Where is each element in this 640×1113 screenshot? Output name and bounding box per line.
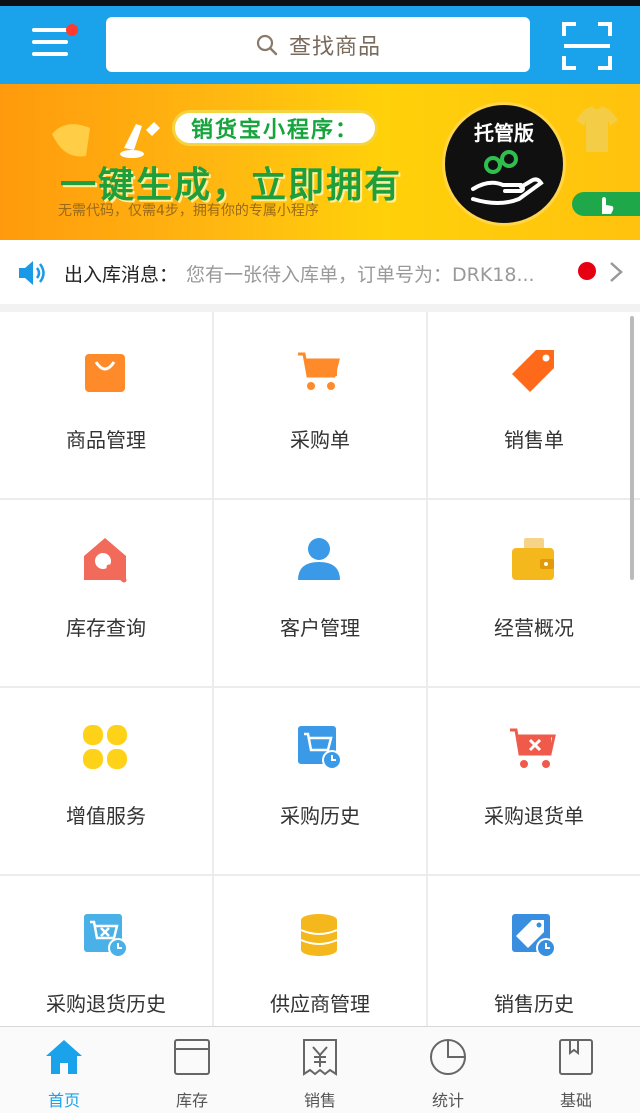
grid-item-label: 采购历史 — [280, 804, 360, 828]
promo-pill: 销货宝小程序： — [172, 110, 378, 146]
box-icon — [174, 1039, 210, 1075]
promo-subline: 无需代码，仅需4步，拥有你的专属小程序 — [58, 203, 319, 219]
scrollbar[interactable] — [630, 316, 634, 580]
wallet-icon — [512, 538, 554, 580]
unread-dot — [66, 24, 78, 36]
grid-item-label: 商品管理 — [66, 428, 146, 452]
tag-icon — [512, 350, 554, 392]
grid-item-label: 采购退货历史 — [46, 992, 166, 1016]
tab-home[interactable]: 首页 — [0, 1027, 128, 1113]
tab-label: 基础 — [559, 1091, 592, 1110]
tab-statistics[interactable]: 统计 — [384, 1027, 512, 1113]
top-bar: 查找商品 — [0, 6, 640, 84]
scan-icon[interactable] — [562, 22, 612, 70]
grid-item-supplier-management[interactable]: 供应商管理 — [214, 876, 426, 1026]
tap-hint — [572, 192, 640, 216]
grid-item-sales-order[interactable]: 销售单 — [428, 312, 640, 498]
grid-item-product-management[interactable]: 商品管理 — [0, 312, 212, 498]
grid-item-label: 增值服务 — [66, 804, 146, 828]
grid-item-sales-history[interactable]: 销售历史 — [428, 876, 640, 1026]
grid-item-label: 销售单 — [504, 428, 564, 452]
tab-label: 统计 — [431, 1091, 464, 1110]
tab-label: 首页 — [47, 1091, 80, 1110]
search-input[interactable]: 查找商品 — [106, 17, 530, 72]
grid-item-stock-query[interactable]: 库存查询 — [0, 500, 212, 686]
coins-icon — [300, 914, 338, 956]
grid-item-purchase-order[interactable]: 采购单 — [214, 312, 426, 498]
grid-item-purchase-return-history[interactable]: 采购退货历史 — [0, 876, 212, 1026]
search-placeholder: 查找商品 — [288, 34, 381, 60]
tab-label: 销售 — [303, 1091, 336, 1110]
return-history-icon — [84, 914, 128, 958]
unread-dot — [578, 262, 596, 280]
cart-history-icon — [298, 726, 342, 770]
promo-banner[interactable]: 销货宝小程序： 一键生成，立即拥有 无需代码，仅需4步，拥有你的专属小程序 托管… — [0, 84, 640, 240]
hosted-badge: 托管版 — [442, 102, 566, 226]
shirt-icon — [576, 106, 618, 152]
menu-button[interactable] — [32, 24, 78, 58]
pie-icon — [430, 1039, 466, 1075]
grid-item-label: 销售历史 — [494, 992, 574, 1016]
house-search-icon — [84, 538, 127, 583]
grid-item-label: 采购单 — [290, 428, 350, 452]
book-icon — [559, 1039, 593, 1075]
section-divider — [0, 304, 640, 312]
grid-item-business-overview[interactable]: 经营概况 — [428, 500, 640, 686]
grid-item-purchase-return[interactable]: 采购退货单 — [428, 688, 640, 874]
grid-item-label: 采购退货单 — [484, 804, 584, 828]
cart-cancel-icon — [510, 728, 556, 768]
receipt-icon — [303, 1039, 337, 1076]
bag-icon — [85, 354, 125, 392]
tab-basic[interactable]: 基础 — [512, 1027, 640, 1113]
stock-notice[interactable]: 出入库消息： 您有一张待入库单，订单号为：DRK18... — [0, 240, 640, 304]
notice-label: 出入库消息： — [64, 264, 179, 286]
grid-item-label: 供应商管理 — [270, 992, 370, 1016]
grid-item-label: 客户管理 — [280, 616, 360, 640]
home-icon — [46, 1040, 82, 1074]
grid-item-purchase-history[interactable]: 采购历史 — [214, 688, 426, 874]
function-grid: 商品管理 采购单 销售单 库存查询 客户管理 经营概况 增值服务 采购历史 采购… — [0, 312, 640, 1026]
grid-item-customer-management[interactable]: 客户管理 — [214, 500, 426, 686]
hosted-badge-label: 托管版 — [474, 121, 534, 145]
tab-stock[interactable]: 库存 — [128, 1027, 256, 1113]
chevron-right-icon[interactable] — [608, 260, 624, 284]
grid-item-value-added-services[interactable]: 增值服务 — [0, 688, 212, 874]
tab-sales[interactable]: 销售 — [256, 1027, 384, 1113]
person-icon — [298, 538, 340, 580]
tab-label: 库存 — [175, 1091, 208, 1110]
speaker-icon — [19, 261, 45, 285]
bottom-tab-bar: 首页 库存 销售 统计 基础 — [0, 1026, 640, 1113]
miniprogram-hand-icon — [471, 150, 544, 205]
notice-message: 您有一张待入库单，订单号为：DRK18... — [186, 264, 535, 286]
tag-history-icon — [512, 914, 556, 958]
cart-icon — [298, 352, 340, 390]
search-icon — [256, 34, 278, 55]
grid-item-label: 库存查询 — [66, 616, 146, 640]
grid-item-label: 经营概况 — [494, 616, 574, 640]
pointer-icon — [602, 197, 614, 214]
clover-icon — [83, 725, 127, 769]
